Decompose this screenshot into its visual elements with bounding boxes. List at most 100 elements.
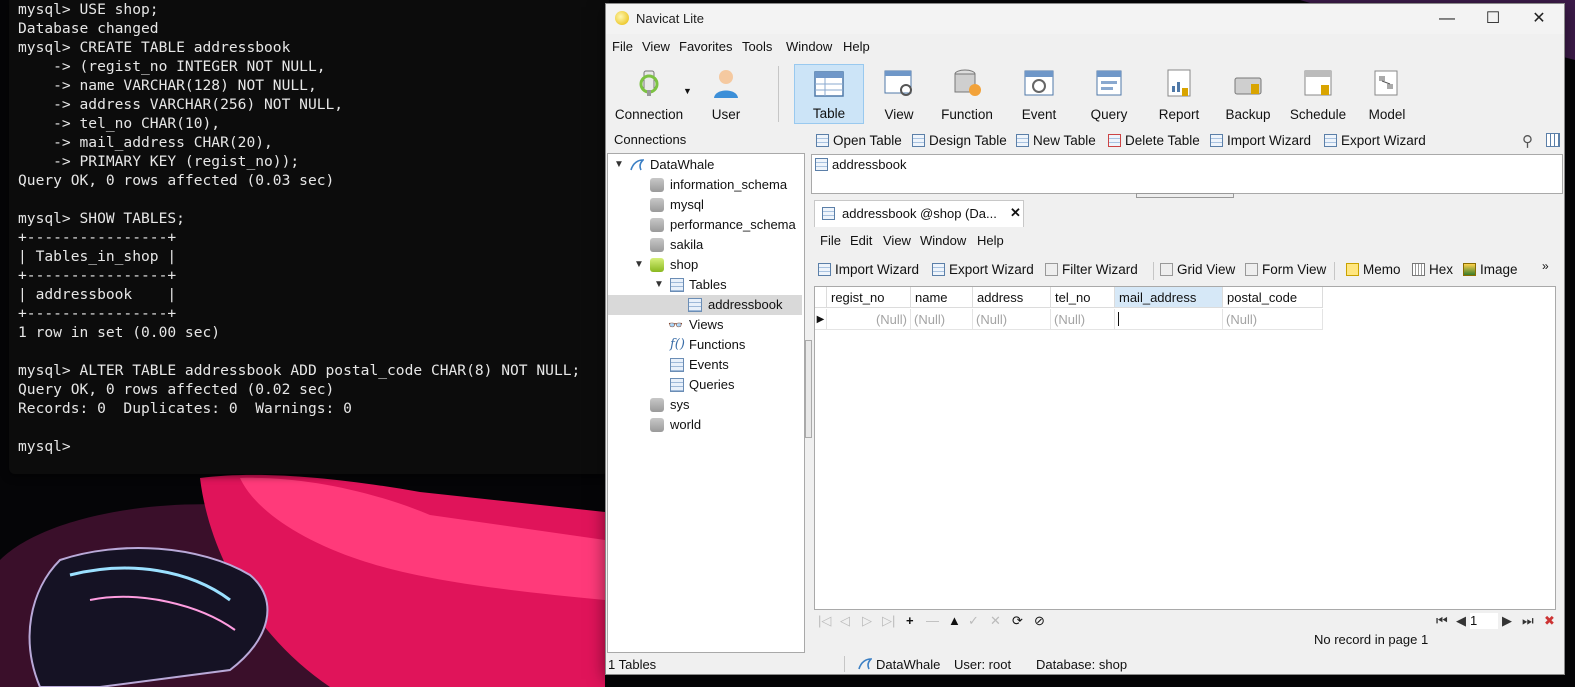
delete-table-button[interactable]: Delete Table [1108,133,1200,148]
connection-button[interactable]: Connection [610,64,688,124]
first-page-icon[interactable]: ⏮ [1436,613,1448,629]
table-menu-view[interactable]: View [883,233,911,248]
export-wizard-button[interactable]: Export Wizard [1324,133,1426,148]
tree-item-sakila[interactable]: sakila [608,235,802,255]
menu-help[interactable]: Help [843,39,870,54]
cancel-icon[interactable]: ✕ [990,613,1001,629]
stop-icon[interactable]: ⊘ [1034,613,1045,629]
column-header-postal-code[interactable]: postal_code [1223,287,1323,308]
hex-button[interactable]: Hex [1412,262,1453,277]
next-page-icon[interactable]: ▶ [1502,613,1512,629]
query-button[interactable]: Query [1076,64,1142,124]
navicat-window[interactable]: Navicat Lite — ☐ ✕ File View Favorites T… [605,3,1565,675]
cell-postal-code[interactable]: (Null) [1223,309,1323,330]
view-button[interactable]: View [868,64,930,124]
last-page-icon[interactable]: ⏭ [1522,613,1534,629]
tree-item-functions[interactable]: f() Functions [608,335,802,355]
column-header-mail-address[interactable]: mail_address [1115,287,1223,308]
design-table-button[interactable]: Design Table [912,133,1007,148]
grid-view-icon[interactable] [1546,133,1560,147]
object-list[interactable]: addressbook [811,154,1563,194]
last-record-icon[interactable]: ▷| [882,613,895,629]
menu-favorites[interactable]: Favorites [679,39,732,54]
menu-file[interactable]: File [612,39,633,54]
tree-item-sys[interactable]: sys [608,395,802,415]
delete-record-icon[interactable]: — [926,613,939,628]
title-bar[interactable]: Navicat Lite — ☐ ✕ [606,4,1564,34]
data-grid[interactable]: regist_no name address tel_no mail_addre… [814,286,1556,610]
chevron-down-icon[interactable]: ▼ [614,155,624,175]
table-menu-help[interactable]: Help [977,233,1004,248]
table-menu-file[interactable]: File [820,233,841,248]
export-wizard-button[interactable]: Export Wizard [932,262,1034,277]
model-button[interactable]: Model [1356,64,1418,124]
apply-changes-icon[interactable]: ▲ [948,613,961,628]
column-header-name[interactable]: name [911,287,973,308]
tree-item-mysql[interactable]: mysql [608,195,802,215]
cell-regist-no[interactable]: (Null) [827,309,911,330]
tree-item-events[interactable]: Events [608,355,802,375]
confirm-icon[interactable]: ✓ [968,613,979,629]
menu-tools[interactable]: Tools [742,39,772,54]
column-header-address[interactable]: address [973,287,1051,308]
settings-tool-icon[interactable]: ✖ [1544,613,1555,629]
connection-tree[interactable]: ▼ DataWhale information_schema mysql per… [607,153,805,653]
tab-addressbook[interactable]: addressbook @shop (Da... ✕ [814,200,1024,227]
column-header-tel-no[interactable]: tel_no [1051,287,1115,308]
terminal-window[interactable]: mysql> USE shop; Database changed mysql>… [9,0,609,474]
table-button[interactable]: Table [794,64,864,124]
backup-button[interactable]: Backup [1214,64,1282,124]
add-record-icon[interactable]: + [906,613,914,628]
column-header-regist-no[interactable]: regist_no [827,287,911,308]
chevron-down-icon[interactable]: ▼ [634,255,644,275]
tree-item-addressbook[interactable]: addressbook [608,295,802,315]
report-button[interactable]: Report [1146,64,1212,124]
table-menu-window[interactable]: Window [920,233,966,248]
new-table-button[interactable]: New Table [1016,133,1096,148]
maximize-button[interactable]: ☐ [1470,4,1516,34]
prev-page-icon[interactable]: ◀ [1456,613,1466,629]
filter-wizard-button[interactable]: Filter Wizard [1045,262,1138,277]
close-button[interactable]: ✕ [1516,4,1562,34]
minimize-button[interactable]: — [1424,4,1470,34]
table-menu-edit[interactable]: Edit [850,233,872,248]
schedule-button[interactable]: Schedule [1282,64,1354,124]
form-view-button[interactable]: Form View [1245,262,1326,277]
image-button[interactable]: Image [1463,262,1518,277]
cell-tel-no[interactable]: (Null) [1051,309,1115,330]
import-wizard-button[interactable]: Import Wizard [1210,133,1311,148]
open-table-button[interactable]: Open Table [816,133,902,148]
menu-view[interactable]: View [642,39,670,54]
grid-view-button[interactable]: Grid View [1160,262,1235,277]
connection-dropdown-icon[interactable]: ▼ [683,86,692,96]
tree-item-datawhale[interactable]: ▼ DataWhale [608,155,802,175]
splitter-handle[interactable] [805,340,812,438]
tree-item-information-schema[interactable]: information_schema [608,175,802,195]
chevron-down-icon[interactable]: ▼ [654,275,664,295]
page-number-input[interactable]: 1 [1470,613,1498,629]
tree-item-views[interactable]: 👓 Views [608,315,802,335]
cell-address[interactable]: (Null) [973,309,1051,330]
tree-item-queries[interactable]: Queries [608,375,802,395]
user-button[interactable]: User [698,64,754,124]
menu-window[interactable]: Window [786,39,832,54]
prev-record-icon[interactable]: ◁ [840,613,850,629]
refresh-icon[interactable]: ⟳ [1012,613,1023,629]
terminal-prompt[interactable]: mysql> [18,437,71,456]
tree-item-world[interactable]: world [608,415,802,435]
first-record-icon[interactable]: |◁ [818,613,831,629]
cell-mail-address[interactable] [1115,309,1223,330]
import-wizard-button[interactable]: Import Wizard [818,262,919,277]
tree-item-shop[interactable]: ▼ shop [608,255,802,275]
function-button[interactable]: Function [932,64,1002,124]
object-item-addressbook[interactable]: addressbook [815,157,906,172]
next-record-icon[interactable]: ▷ [862,613,872,629]
memo-button[interactable]: Memo [1346,262,1401,277]
cell-name[interactable]: (Null) [911,309,973,330]
close-tab-icon[interactable]: ✕ [1010,205,1021,221]
tree-item-tables[interactable]: ▼ Tables [608,275,802,295]
event-button[interactable]: Event [1006,64,1072,124]
more-chevron-icon[interactable]: » [1542,259,1549,273]
tree-item-performance-schema[interactable]: performance_schema [608,215,802,235]
search-icon[interactable]: ⚲ [1522,132,1533,150]
